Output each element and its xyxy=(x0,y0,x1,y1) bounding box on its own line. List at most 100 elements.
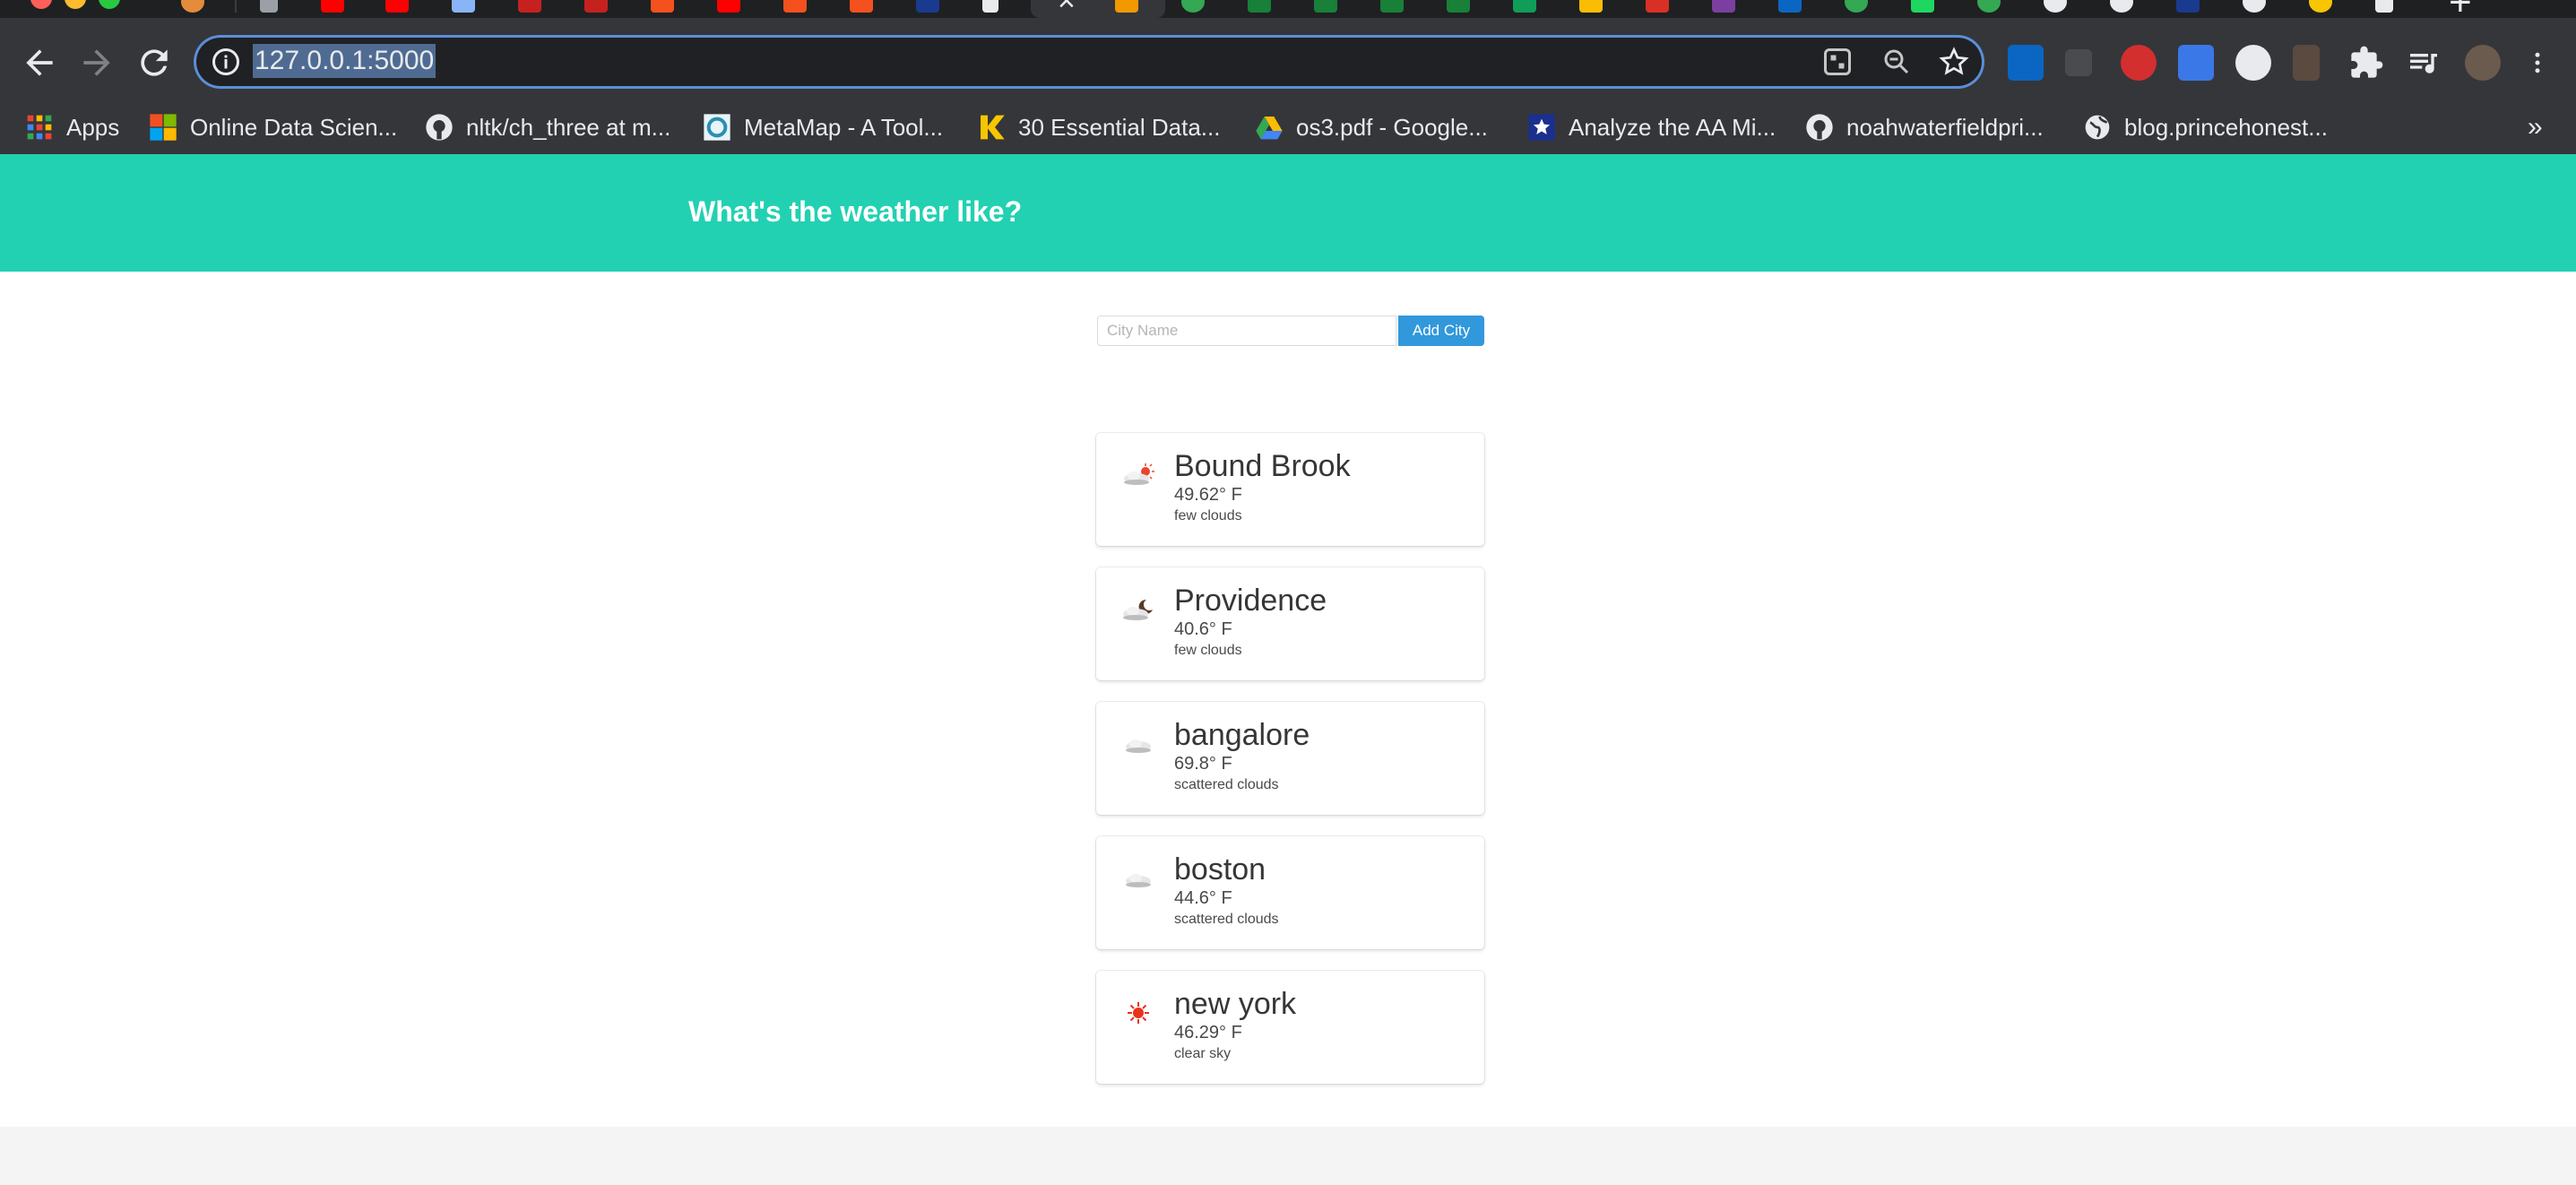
chrome-tab-icon[interactable] xyxy=(1845,0,1868,13)
google-drive-icon xyxy=(1256,117,1283,140)
linkedin-extension-icon[interactable] xyxy=(2008,45,2044,81)
reload-icon[interactable] xyxy=(134,43,174,82)
bookmark-analyze-aa[interactable]: Analyze the AA Mi... xyxy=(1527,100,1776,154)
translate-icon[interactable] xyxy=(1821,46,1854,78)
weather-channel-tab-icon[interactable] xyxy=(916,0,939,13)
site-info-icon[interactable] xyxy=(210,46,242,78)
app-tab-icon[interactable] xyxy=(651,0,674,13)
weather-card: Bound Brook 49.62° F few clouds xyxy=(1096,433,1484,546)
weather-description: clear sky xyxy=(1174,1046,1232,1061)
chrome-tab-icon[interactable] xyxy=(1977,0,2001,13)
city-temperature: 49.62° F xyxy=(1174,485,1242,505)
bookmark-label: os3.pdf - Google... xyxy=(1296,113,1488,141)
bookmarks-overflow-button[interactable]: » xyxy=(2528,100,2543,154)
linkedin-tab-icon[interactable] xyxy=(1778,0,1802,13)
github-icon xyxy=(426,114,453,141)
app-tab-icon[interactable] xyxy=(2309,0,2332,13)
menu-kebab-icon[interactable] xyxy=(2524,45,2551,81)
minimize-window-button[interactable] xyxy=(65,0,86,9)
font-a-tab-icon[interactable] xyxy=(982,0,998,13)
profile-avatar[interactable] xyxy=(2465,45,2501,81)
back-arrow-icon[interactable] xyxy=(20,43,59,82)
bookmarks-bar: Apps Online Data Scien... nltk/ch_three … xyxy=(0,100,2576,154)
clear-sky-sun-icon xyxy=(1128,1002,1149,1024)
add-city-button[interactable]: Add City xyxy=(1398,316,1484,346)
docs-tab-icon[interactable] xyxy=(452,0,475,13)
youtube-tab-icon[interactable] xyxy=(321,0,344,13)
app-tab-icon[interactable] xyxy=(783,0,807,13)
bookmark-label: nltk/ch_three at m... xyxy=(466,113,671,141)
forward-arrow-icon[interactable] xyxy=(77,43,117,82)
youtube-tab-icon[interactable] xyxy=(717,0,740,13)
star-tab-icon[interactable] xyxy=(2375,0,2393,13)
app-tab-icon[interactable] xyxy=(1248,0,1271,13)
tab-strip: × + xyxy=(0,0,2576,18)
city-temperature: 44.6° F xyxy=(1174,888,1232,908)
zoom-window-button[interactable] xyxy=(99,0,120,9)
app-tab-icon[interactable] xyxy=(1911,0,1934,13)
weather-description: few clouds xyxy=(1174,643,1242,658)
bookmark-online-data-science[interactable]: Online Data Scien... xyxy=(149,100,397,154)
amazon-tab-icon[interactable] xyxy=(181,0,204,13)
weather-description: scattered clouds xyxy=(1174,777,1279,792)
python-tab-icon[interactable] xyxy=(1579,0,1603,13)
extension-icon[interactable] xyxy=(2293,45,2320,81)
new-tab-button[interactable]: + xyxy=(2449,0,2472,18)
app-tab-icon[interactable] xyxy=(1380,0,1404,13)
city-temperature: 40.6° F xyxy=(1174,619,1232,639)
weather-channel-tab-icon[interactable] xyxy=(2176,0,2200,13)
bookmark-nltk[interactable]: nltk/ch_three at m... xyxy=(425,100,670,154)
close-window-button[interactable] xyxy=(30,0,52,9)
bookmark-label: 30 Essential Data... xyxy=(1018,113,1221,141)
app-tab-icon[interactable] xyxy=(1712,0,1735,13)
app-tab-icon[interactable] xyxy=(2044,0,2067,13)
s-extension-icon[interactable] xyxy=(2235,45,2271,81)
app-tab-icon[interactable] xyxy=(2110,0,2133,13)
address-bar[interactable]: 127.0.0.1:5000 xyxy=(194,35,1984,89)
bookmark-label: Online Data Scien... xyxy=(190,113,398,141)
app-tab-icon[interactable] xyxy=(1646,0,1669,13)
app-tab-icon[interactable] xyxy=(850,0,873,13)
bookmark-blog-princehonest[interactable]: blog.princehonest... xyxy=(2083,100,2328,154)
app-tab-icon[interactable] xyxy=(1447,0,1470,13)
star-badge-icon xyxy=(1528,114,1555,141)
city-temperature: 46.29° F xyxy=(1174,1023,1242,1042)
scattered-clouds-icon xyxy=(1126,740,1151,753)
browser-toolbar: 127.0.0.1:5000 xyxy=(0,18,2576,108)
adblock-plus-icon[interactable] xyxy=(2121,45,2157,81)
tab-divider xyxy=(235,0,237,13)
app-tab-icon[interactable] xyxy=(1314,0,1337,13)
gmail-tab-icon[interactable] xyxy=(518,0,541,13)
microsoft-icon xyxy=(150,114,177,141)
city-name: new york xyxy=(1174,987,1297,1021)
bookmark-label: Analyze the AA Mi... xyxy=(1569,113,1776,141)
city-name-input[interactable] xyxy=(1097,316,1396,346)
puzzle-extensions-icon[interactable] xyxy=(2348,45,2384,81)
gmail-tab-icon[interactable] xyxy=(584,0,608,13)
active-tab[interactable] xyxy=(1031,0,1165,18)
bookmark-noahwaterfield[interactable]: noahwaterfieldpri... xyxy=(1805,100,2044,154)
mute-tab-icon[interactable] xyxy=(260,0,278,13)
bookmark-os3-pdf[interactable]: os3.pdf - Google... xyxy=(1255,100,1488,154)
close-tab-icon[interactable]: × xyxy=(1058,0,1076,18)
city-name: Bound Brook xyxy=(1174,449,1351,483)
youtube-tab-icon[interactable] xyxy=(385,0,409,13)
url-text[interactable]: 127.0.0.1:5000 xyxy=(253,44,437,78)
bookmark-label: Apps xyxy=(66,113,120,141)
bookmark-30-essential-data[interactable]: 30 Essential Data... xyxy=(977,100,1220,154)
accessibility-extension-icon[interactable] xyxy=(2178,45,2214,81)
bookmark-metamap[interactable]: MetaMap - A Tool... xyxy=(703,100,943,154)
weather-description: few clouds xyxy=(1174,508,1242,523)
app-tab-icon[interactable] xyxy=(1513,0,1536,13)
github-tab-icon[interactable] xyxy=(2243,0,2266,13)
zoom-icon[interactable] xyxy=(1880,46,1913,78)
cast-extension-icon[interactable] xyxy=(2065,49,2092,76)
scattered-clouds-icon xyxy=(1126,874,1151,887)
few-clouds-night-icon xyxy=(1123,599,1153,620)
bookmark-star-icon[interactable] xyxy=(1938,46,1970,78)
app-tab-icon[interactable] xyxy=(1115,0,1138,13)
bookmark-label: MetaMap - A Tool... xyxy=(744,113,944,141)
media-queue-icon[interactable] xyxy=(2406,45,2442,81)
chrome-tab-icon[interactable] xyxy=(1181,0,1205,13)
bookmark-apps[interactable]: Apps xyxy=(25,100,119,154)
